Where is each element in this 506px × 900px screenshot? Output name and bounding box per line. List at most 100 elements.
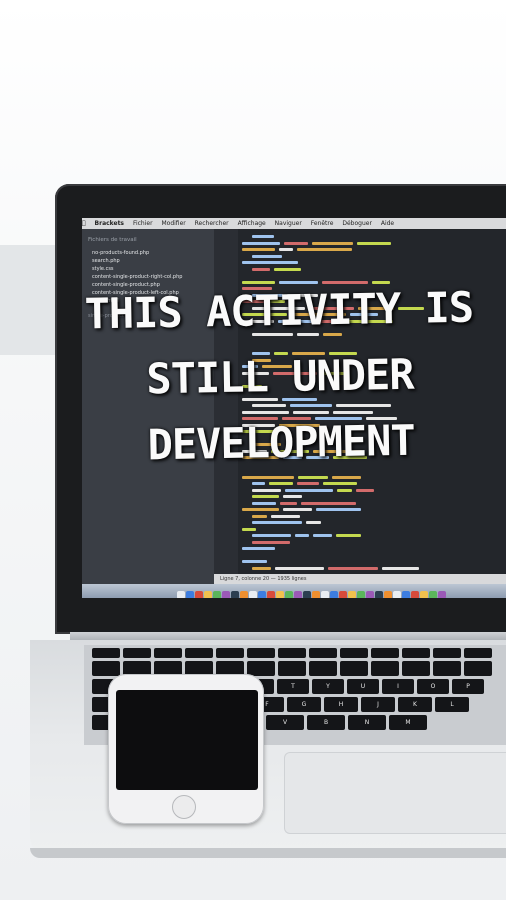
menu-item-help: Aide — [375, 220, 394, 227]
menu-item-window: Fenêtre — [305, 220, 334, 227]
keyboard-key: G — [287, 697, 321, 712]
keyboard-key — [92, 648, 120, 658]
dock-app-icon — [276, 591, 284, 598]
keyboard-key — [278, 661, 306, 676]
code-token — [283, 508, 312, 511]
code-token — [323, 482, 357, 485]
code-token — [274, 267, 301, 271]
keyboard-key — [464, 661, 492, 676]
dock-app-icon — [177, 591, 185, 598]
code-token — [252, 521, 302, 524]
keyboard-key — [123, 648, 151, 658]
code-token — [242, 248, 275, 251]
keyboard-key — [278, 648, 306, 658]
keyboard-key — [185, 648, 213, 658]
dock-app-icon — [240, 591, 248, 598]
dock-app-icon — [222, 591, 230, 598]
dock-app-icon — [357, 591, 365, 598]
headline-line-2: STILL UNDER — [146, 349, 414, 404]
keyboard-key — [92, 661, 120, 676]
code-token — [252, 254, 282, 258]
dock-app-icon — [231, 591, 239, 598]
code-token — [252, 488, 281, 492]
dock-app-icon — [384, 591, 392, 598]
menu-item-app: Brackets — [89, 220, 124, 227]
apple-icon:  — [82, 220, 86, 227]
dock-app-icon — [258, 591, 266, 598]
headline-line-3: DEVELOPMENT — [147, 415, 416, 470]
laptop-base-edge — [30, 848, 506, 858]
overlay-headline: THIS ACTIVITY IS STILL UNDER DEVELOPMENT — [58, 274, 501, 480]
keyboard-key: P — [452, 679, 484, 694]
code-token — [252, 514, 267, 518]
keyboard-key: K — [398, 697, 432, 712]
code-token — [283, 495, 302, 498]
dock-app-icon — [411, 591, 419, 598]
phone-home-button — [172, 795, 196, 819]
keyboard-key: I — [382, 679, 414, 694]
menu-item-file: Fichier — [127, 220, 153, 227]
code-token — [312, 241, 353, 245]
dock-app-icon — [348, 591, 356, 598]
code-token — [297, 248, 352, 251]
keyboard-key: T — [277, 679, 309, 694]
keyboard-key — [340, 648, 368, 658]
phone-screen — [116, 690, 258, 790]
code-token — [242, 261, 298, 264]
code-token — [252, 534, 291, 537]
dock-app-icon — [303, 591, 311, 598]
menu-item-view: Affichage — [232, 220, 266, 227]
keyboard-key — [402, 648, 430, 658]
code-token — [284, 241, 308, 245]
code-token — [285, 488, 333, 492]
dock-app-icon — [420, 591, 428, 598]
code-token — [337, 488, 352, 492]
code-token — [357, 241, 391, 245]
keyboard-key — [216, 648, 244, 658]
code-token — [252, 495, 279, 498]
dock-app-icon — [285, 591, 293, 598]
code-token — [242, 508, 279, 511]
dock-app-icon — [339, 591, 347, 598]
code-token — [242, 560, 267, 563]
code-token — [242, 241, 280, 245]
dock-app-icon — [375, 591, 383, 598]
dock-app-icon — [249, 591, 257, 598]
code-token — [336, 534, 361, 537]
code-token — [242, 527, 256, 531]
keyboard-key — [464, 648, 492, 658]
menu-item-navigate: Naviguer — [269, 220, 302, 227]
code-token — [275, 566, 324, 570]
keyboard-key — [433, 648, 461, 658]
trackpad — [284, 752, 506, 834]
menu-item-debug: Déboguer — [336, 220, 372, 227]
keyboard-key — [247, 661, 275, 676]
dock-app-icon — [204, 591, 212, 598]
code-token — [252, 540, 290, 544]
keyboard-key — [433, 661, 461, 676]
keyboard-key: L — [435, 697, 469, 712]
keyboard-key: J — [361, 697, 395, 712]
code-token — [252, 267, 270, 271]
keyboard-key: B — [307, 715, 345, 730]
code-token — [279, 248, 293, 251]
keyboard-key — [371, 661, 399, 676]
code-token — [280, 501, 297, 505]
dock-app-icon — [438, 591, 446, 598]
dock-app-icon — [312, 591, 320, 598]
code-token — [316, 508, 361, 511]
file-item: style.css — [92, 266, 114, 272]
code-token — [242, 547, 275, 550]
code-token — [313, 534, 332, 537]
dock-app-icon — [195, 591, 203, 598]
dock-app-icon — [213, 591, 221, 598]
code-token — [252, 482, 265, 485]
menu-bar:  Brackets Fichier Modifier Rechercher A… — [82, 218, 506, 229]
keyboard-key: V — [266, 715, 304, 730]
code-token — [252, 501, 276, 505]
code-token — [252, 566, 271, 570]
code-token — [252, 235, 274, 238]
keyboard-key — [340, 661, 368, 676]
keyboard-key: O — [417, 679, 449, 694]
code-token — [271, 514, 300, 518]
